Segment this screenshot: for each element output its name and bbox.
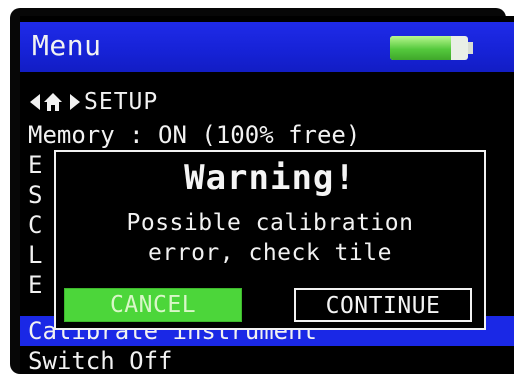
device-screen: Menu SETUP Memory : ON (100% free) E S C… — [20, 16, 514, 374]
dialog-title: Warning! — [184, 158, 356, 198]
menu-item-memory[interactable]: Memory : ON (100% free) — [20, 120, 514, 150]
battery-level-fill — [390, 36, 451, 60]
dialog-message-line2: error, check tile — [148, 240, 392, 266]
battery-tip — [468, 42, 473, 54]
breadcrumb-label: SETUP — [84, 89, 159, 115]
breadcrumb: SETUP — [30, 88, 158, 116]
continue-button[interactable]: CONTINUE — [294, 288, 472, 322]
dialog-message-line1: Possible calibration — [126, 210, 414, 236]
menu-title: Menu — [32, 29, 102, 62]
home-icon[interactable] — [44, 93, 62, 111]
cancel-button[interactable]: CANCEL — [64, 288, 242, 322]
battery-icon — [390, 36, 468, 60]
menu-item-switch-off[interactable]: Switch Off — [20, 346, 514, 374]
right-arrow-icon[interactable] — [70, 94, 80, 110]
warning-dialog: Warning! Possible calibration error, che… — [54, 150, 486, 330]
left-arrow-icon[interactable] — [30, 94, 40, 110]
home-door — [51, 105, 55, 111]
title-bar: Menu — [20, 22, 514, 72]
